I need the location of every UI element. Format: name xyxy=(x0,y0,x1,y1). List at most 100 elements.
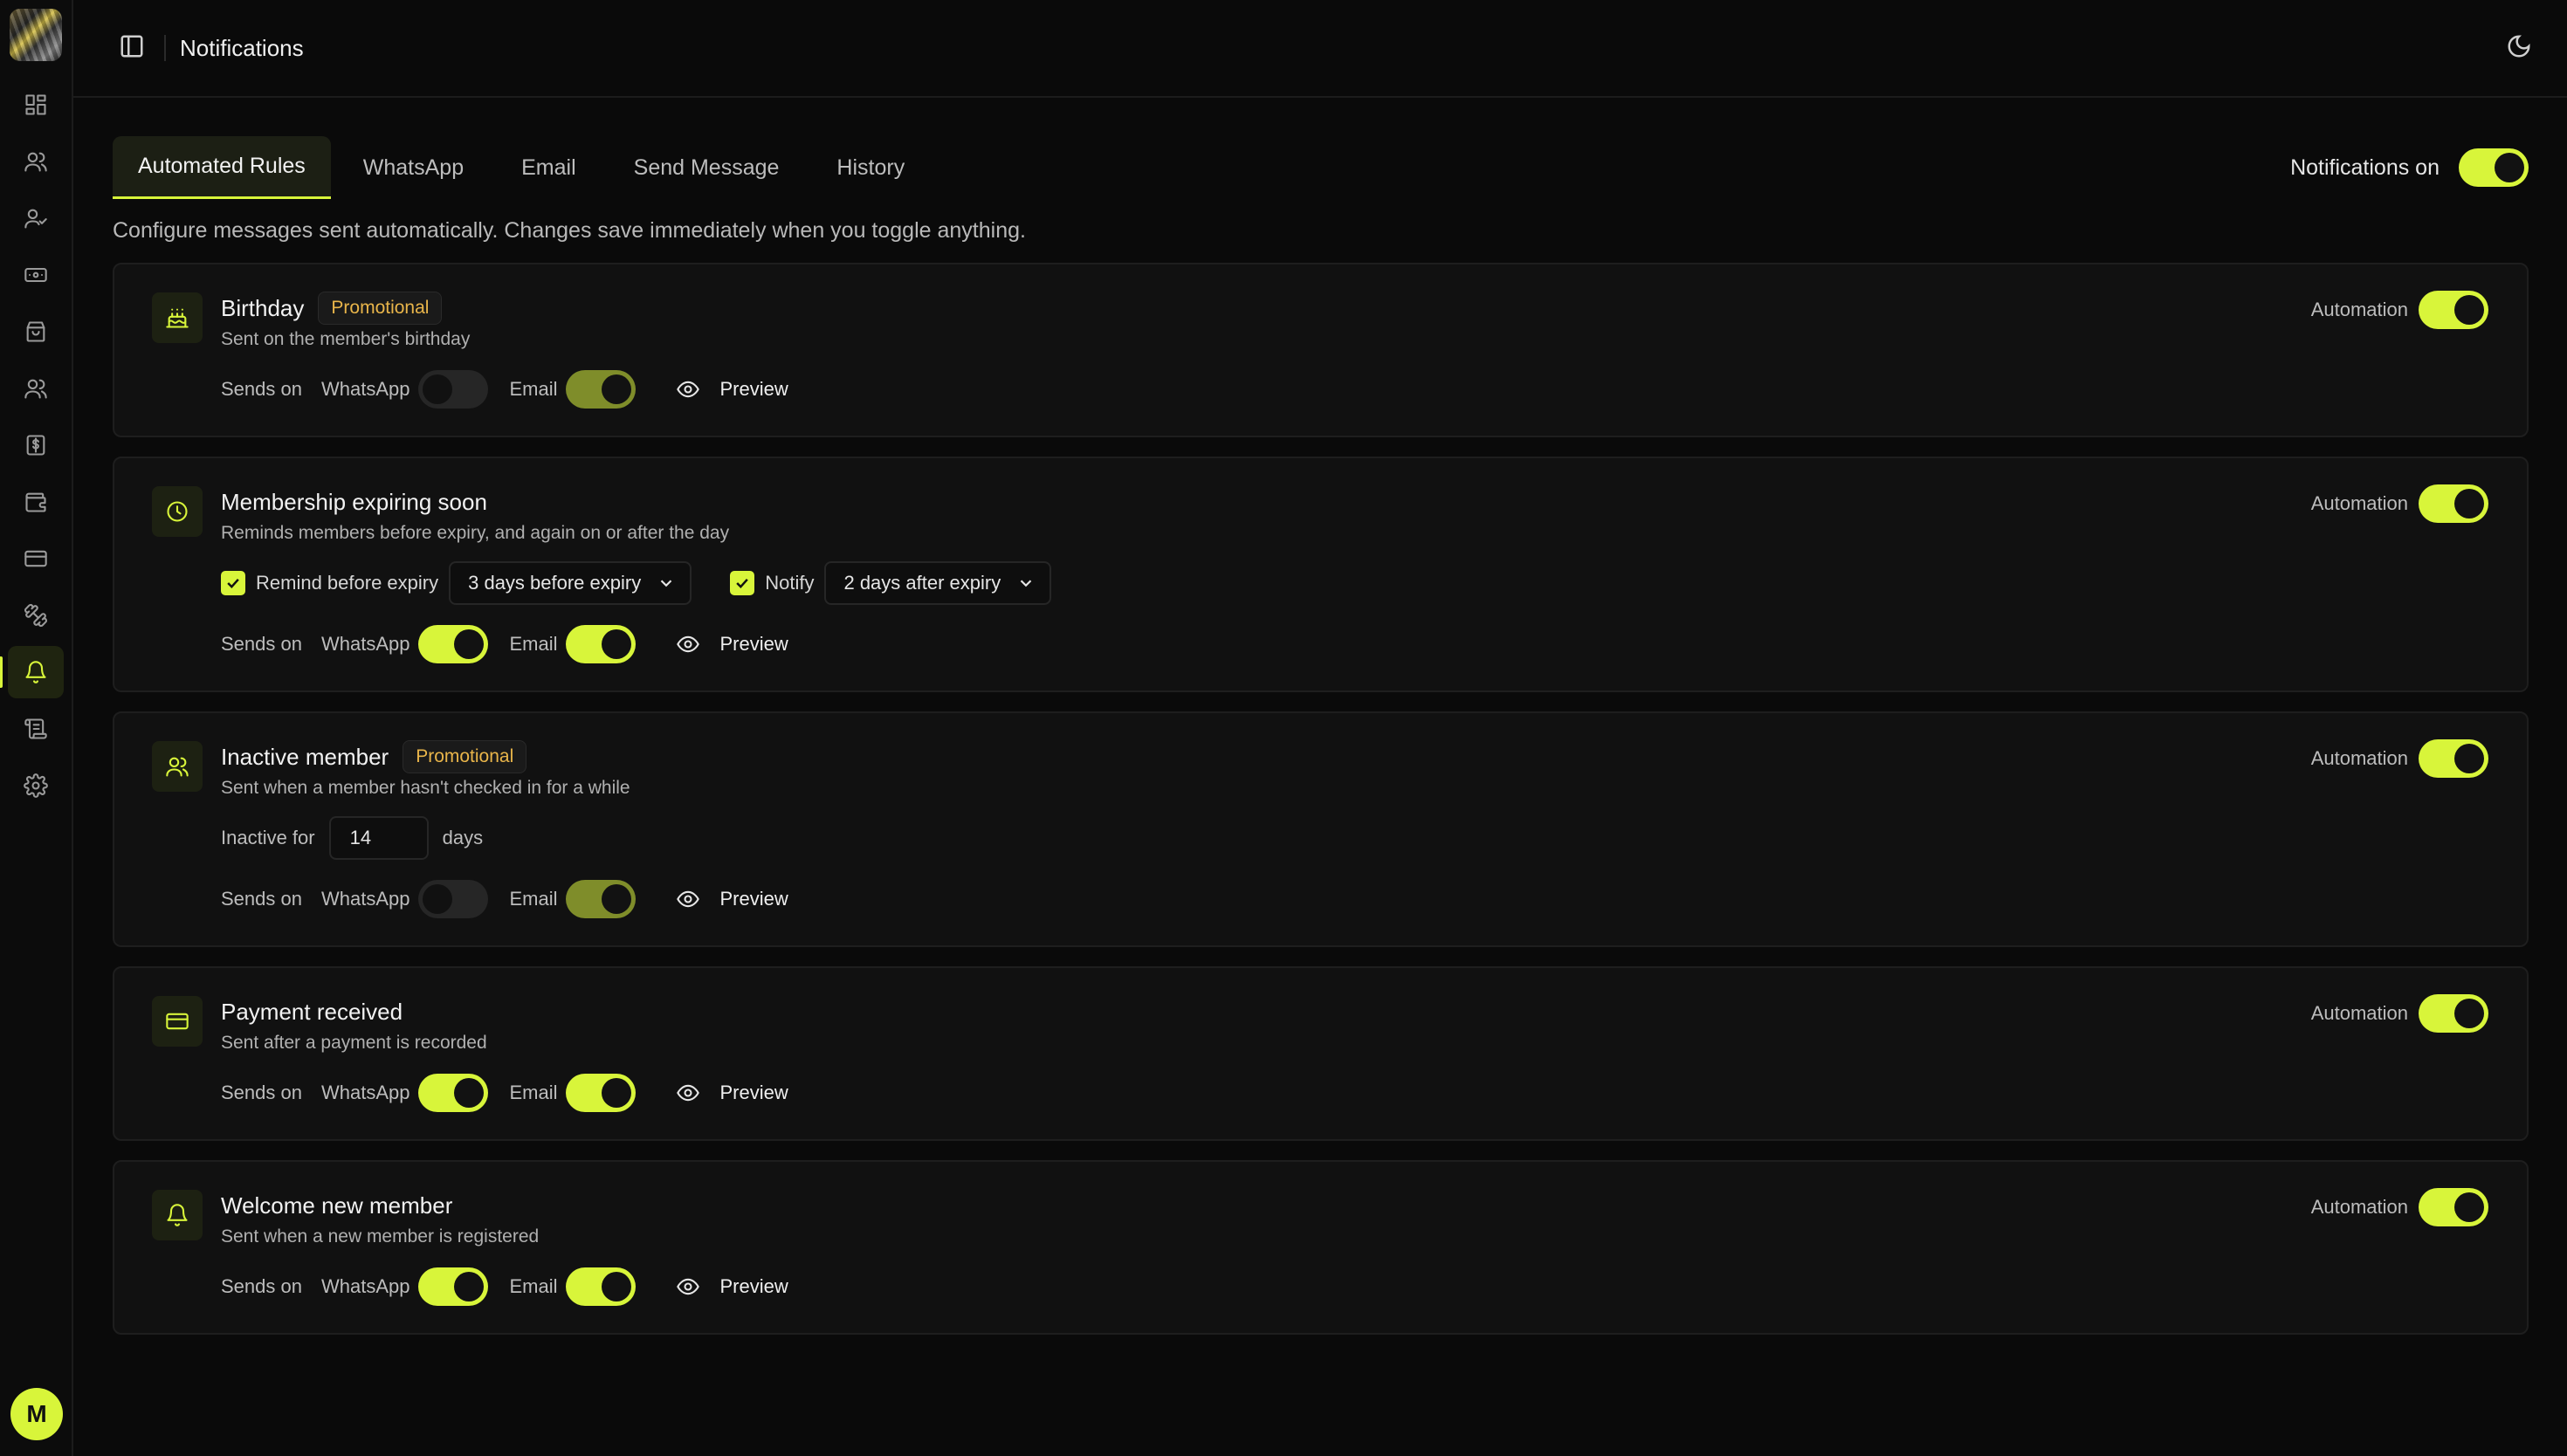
remind-before-checkbox[interactable] xyxy=(221,571,245,595)
notifications-on-label: Notifications on xyxy=(2290,155,2440,180)
tab-whatsapp[interactable]: WhatsApp xyxy=(338,136,489,199)
whatsapp-toggle-payment[interactable] xyxy=(418,1074,489,1112)
tab-automated-rules[interactable]: Automated Rules xyxy=(113,136,331,199)
email-toggle-inactive[interactable] xyxy=(566,880,637,918)
preview-button-inactive[interactable]: Preview xyxy=(676,887,788,911)
expiry-options-row: Remind before expiry 3 days before expir… xyxy=(221,561,2488,605)
panel-left-icon xyxy=(120,35,143,57)
notifications-on-toggle[interactable] xyxy=(2459,148,2529,187)
preview-button-payment[interactable]: Preview xyxy=(676,1081,788,1105)
eye-icon xyxy=(677,1278,700,1295)
email-toggle-expiring[interactable] xyxy=(566,625,637,663)
whatsapp-toggle-birthday[interactable] xyxy=(418,370,489,409)
email-label: Email xyxy=(509,1275,558,1297)
promotional-badge: Promotional xyxy=(318,292,443,325)
email-toggle-payment[interactable] xyxy=(566,1074,637,1112)
sidebar-item-attendance[interactable] xyxy=(8,192,64,244)
tab-history[interactable]: History xyxy=(811,136,930,199)
preview-label: Preview xyxy=(719,1082,788,1103)
automation-toggle-expiring[interactable] xyxy=(2419,484,2488,523)
rule-description: Reminds members before expiry, and again… xyxy=(221,523,730,543)
notify-after-checkbox[interactable] xyxy=(730,571,755,595)
preview-label: Preview xyxy=(719,888,788,910)
sidebar-item-payments[interactable] xyxy=(8,532,64,585)
sidebar-item-notifications[interactable] xyxy=(0,646,64,698)
remind-before-label: Remind before expiry xyxy=(256,572,439,594)
sidebar-item-dashboard[interactable] xyxy=(8,79,64,131)
sidebar-item-plans[interactable] xyxy=(8,249,64,301)
rule-card-inactive-member: Inactive member Promotional Sent when a … xyxy=(113,711,2529,947)
rule-title: Inactive member xyxy=(221,743,389,770)
sidebar-toggle-button[interactable] xyxy=(119,33,145,64)
automation-toggle-welcome[interactable] xyxy=(2419,1188,2488,1226)
sends-on-label: Sends on xyxy=(221,378,302,400)
tab-email[interactable]: Email xyxy=(496,136,602,199)
automation-toggle-birthday[interactable] xyxy=(2419,291,2488,329)
sends-on-row: Sends on WhatsApp Email Preview xyxy=(221,879,2488,919)
email-toggle-birthday[interactable] xyxy=(566,370,637,409)
sidebar-nav xyxy=(0,79,64,816)
whatsapp-label: WhatsApp xyxy=(320,378,410,400)
rule-title: Welcome new member xyxy=(221,1192,453,1219)
sidebar-item-staff[interactable] xyxy=(8,362,64,415)
sidebar-item-settings[interactable] xyxy=(8,759,64,812)
sidebar-item-members[interactable] xyxy=(8,135,64,188)
dollar-receipt-icon xyxy=(26,435,45,456)
automated-rules-panel: Automated Rules WhatsApp Email Send Mess… xyxy=(73,98,2567,1335)
rule-title: Membership expiring soon xyxy=(221,488,487,515)
sends-on-label: Sends on xyxy=(221,888,302,910)
whatsapp-toggle-expiring[interactable] xyxy=(418,625,489,663)
whatsapp-label: WhatsApp xyxy=(320,1082,410,1103)
eye-icon xyxy=(677,890,700,908)
tab-send-message[interactable]: Send Message xyxy=(609,136,805,199)
whatsapp-label: WhatsApp xyxy=(320,633,410,655)
preview-button-expiring[interactable]: Preview xyxy=(676,632,788,656)
sends-on-label: Sends on xyxy=(221,1082,302,1103)
whatsapp-toggle-inactive[interactable] xyxy=(418,880,489,918)
theme-toggle-button[interactable] xyxy=(2506,33,2532,64)
preview-button-welcome[interactable]: Preview xyxy=(676,1274,788,1299)
credit-card-icon xyxy=(152,996,203,1047)
email-toggle-welcome[interactable] xyxy=(566,1267,637,1306)
whatsapp-label: WhatsApp xyxy=(320,888,410,910)
moon-icon xyxy=(2508,34,2530,57)
whatsapp-toggle-welcome[interactable] xyxy=(418,1267,489,1306)
dashboard-icon xyxy=(25,94,46,115)
app-logo[interactable] xyxy=(10,9,62,61)
automation-toggle-inactive[interactable] xyxy=(2419,739,2488,778)
preview-button-birthday[interactable]: Preview xyxy=(676,377,788,402)
rule-description: Sent on the member's birthday xyxy=(221,329,471,349)
topbar: Notifications xyxy=(73,0,2567,98)
clock-icon xyxy=(152,486,203,537)
sidebar-item-equipment[interactable] xyxy=(8,589,64,642)
notify-after-value: 2 days after expiry xyxy=(843,572,1001,594)
sidebar-item-store[interactable] xyxy=(8,306,64,358)
dumbbell-icon xyxy=(24,603,48,628)
eye-icon xyxy=(677,381,700,398)
inactive-days-unit: days xyxy=(442,827,484,848)
inactive-days-input[interactable]: 14 xyxy=(328,816,429,860)
eye-icon xyxy=(677,635,700,653)
automation-toggle-payment[interactable] xyxy=(2419,994,2488,1033)
bell-icon xyxy=(152,1190,203,1240)
sends-on-label: Sends on xyxy=(221,1275,302,1297)
sidebar-item-wallet[interactable] xyxy=(8,476,64,528)
email-label: Email xyxy=(509,378,558,400)
eye-icon xyxy=(677,1084,700,1102)
rule-card-birthday: Birthday Promotional Sent on the member'… xyxy=(113,263,2529,437)
user-avatar[interactable]: M xyxy=(10,1388,63,1440)
chevron-down-icon xyxy=(660,580,672,587)
sidebar-item-finance[interactable] xyxy=(8,419,64,471)
rule-card-membership-expiring: Membership expiring soon Reminds members… xyxy=(113,457,2529,692)
remind-before-select[interactable]: 3 days before expiry xyxy=(449,561,692,605)
cake-icon xyxy=(152,292,203,343)
notify-after-select[interactable]: 2 days after expiry xyxy=(824,561,1052,605)
automation-switch: Automation xyxy=(2311,994,2488,1033)
sidebar-item-logs[interactable] xyxy=(8,703,64,755)
sends-on-row: Sends on WhatsApp Email Preview xyxy=(221,369,2488,409)
users-icon xyxy=(24,152,47,172)
automation-switch: Automation xyxy=(2311,1188,2488,1226)
automation-switch: Automation xyxy=(2311,739,2488,778)
user-check-icon xyxy=(24,209,47,229)
rule-description: Sent after a payment is recorded xyxy=(221,1033,487,1053)
